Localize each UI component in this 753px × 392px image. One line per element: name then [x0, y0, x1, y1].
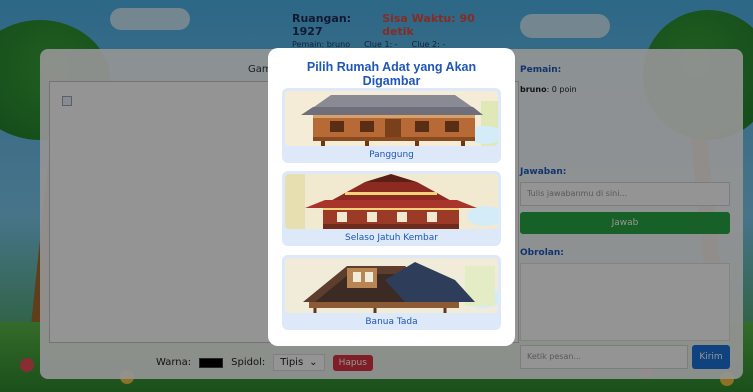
- option-label: Selaso Jatuh Kembar: [345, 233, 438, 243]
- option-label: Panggung: [369, 150, 414, 160]
- option-selaso-jatuh-kembar[interactable]: Selaso Jatuh Kembar: [282, 171, 501, 246]
- house-select-modal: Pilih Rumah Adat yang Akan Digambar Pang…: [268, 48, 515, 346]
- house-image-panggung: [285, 91, 498, 146]
- modal-title: Pilih Rumah Adat yang Akan Digambar: [306, 60, 477, 88]
- house-image-selaso: [285, 174, 498, 229]
- option-panggung[interactable]: Panggung: [282, 88, 501, 163]
- option-label: Banua Tada: [365, 317, 418, 327]
- option-banua-tada[interactable]: Banua Tada: [282, 255, 501, 330]
- house-image-banua-tada: [285, 258, 498, 313]
